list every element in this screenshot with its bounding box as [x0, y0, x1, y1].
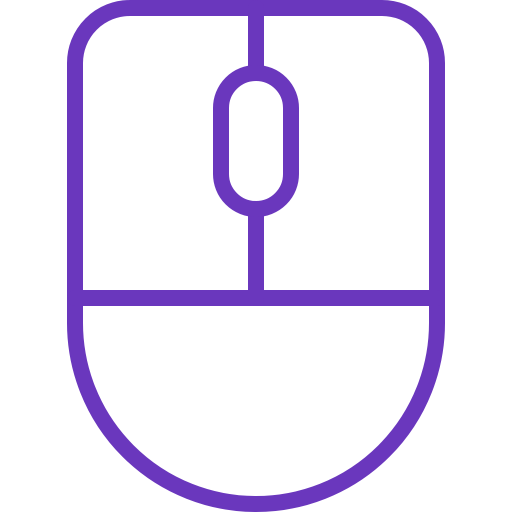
scroll-wheel: [213, 65, 299, 217]
icon-canvas: [0, 0, 512, 512]
computer-mouse-icon: [67, 0, 445, 512]
